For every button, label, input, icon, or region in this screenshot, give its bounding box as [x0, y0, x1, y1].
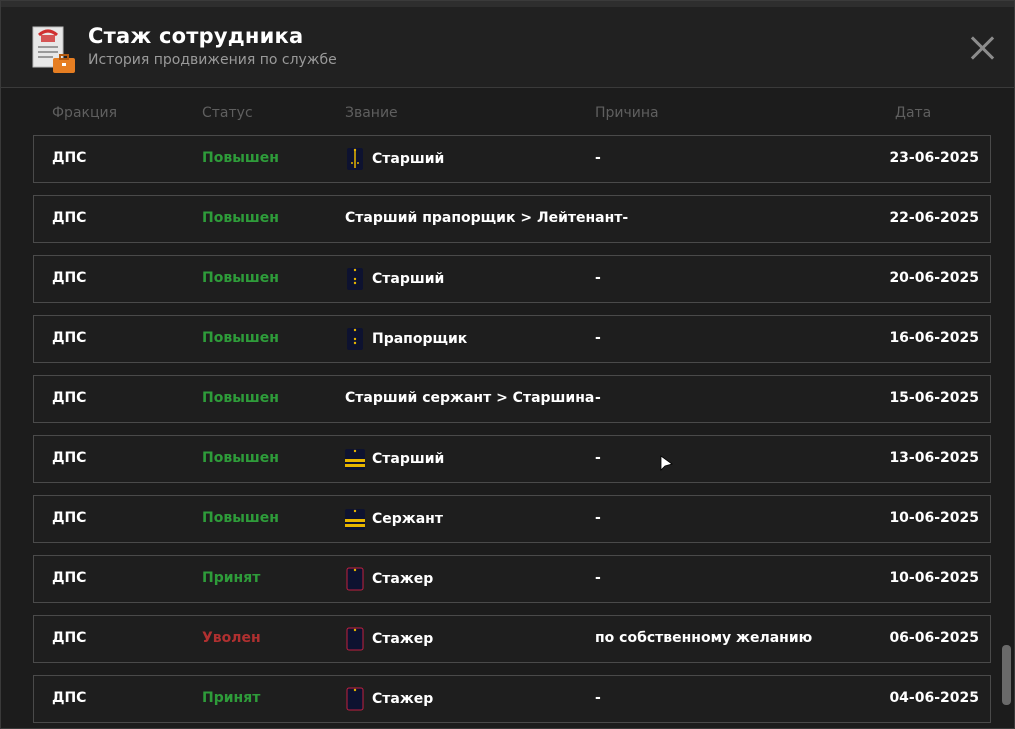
- faction-cell: ДПС: [52, 270, 87, 286]
- rank-label: Стажер: [372, 631, 434, 647]
- window-title: Стаж сотрудника: [88, 24, 304, 48]
- status-cell: Принят: [202, 690, 261, 706]
- date-cell: 10-06-2025: [889, 570, 979, 586]
- table-row[interactable]: ДПС Повышен Старший - 20-06-2025: [33, 255, 991, 303]
- column-header-rank: Звание: [345, 105, 398, 121]
- table-row[interactable]: ДПС Принят Стажер - 10-06-2025: [33, 555, 991, 603]
- table-row[interactable]: ДПС Повышен Старший прапорщик > Лейтенант-…: [33, 195, 991, 243]
- date-cell: 16-06-2025: [889, 330, 979, 346]
- status-cell: Повышен: [202, 210, 279, 226]
- column-header-reason: Причина: [595, 105, 659, 121]
- document-briefcase-icon: [29, 25, 79, 75]
- rank-cell: Стажер: [345, 567, 433, 591]
- table-row[interactable]: ДПС Уволен Стажер по собственному желанию 06…: [33, 615, 991, 663]
- table-row[interactable]: ДПС Повышен Сержант - 10-06-2025: [33, 495, 991, 543]
- faction-cell: ДПС: [52, 210, 87, 226]
- status-cell: Повышен: [202, 150, 279, 166]
- reason-cell: -: [595, 150, 601, 166]
- table-row[interactable]: ДПС Повышен Старший - 23-06-2025: [33, 135, 991, 183]
- rank-label: Сержант: [372, 511, 443, 527]
- reason-cell: -: [595, 510, 601, 526]
- mouse-cursor-icon: [660, 455, 673, 471]
- faction-cell: ДПС: [52, 150, 87, 166]
- epaulette-stars-icon: [345, 327, 365, 351]
- status-cell: Повышен: [202, 330, 279, 346]
- status-cell: Повышен: [202, 510, 279, 526]
- table-row[interactable]: ДПС Повышен Прапорщик - 16-06-2025: [33, 315, 991, 363]
- faction-cell: ДПС: [52, 630, 87, 646]
- window-header: Стаж сотрудника История продвижения по с…: [1, 7, 1014, 88]
- rank-label: Старший сержант > Старшина: [345, 390, 595, 406]
- reason-cell: -: [595, 690, 601, 706]
- faction-cell: ДПС: [52, 330, 87, 346]
- faction-cell: ДПС: [52, 510, 87, 526]
- table-row[interactable]: ДПС Принят Стажер - 04-06-2025: [33, 675, 991, 723]
- epaulette-bars-icon: [345, 507, 365, 531]
- rank-cell: Сержант: [345, 507, 443, 531]
- rank-cell: Старший: [345, 267, 444, 291]
- rank-label: Прапорщик: [372, 331, 468, 347]
- status-cell: Уволен: [202, 630, 261, 646]
- rank-label: Старший: [372, 271, 445, 287]
- epaulette-plain-icon: [345, 627, 365, 651]
- rank-cell: Старший: [345, 447, 444, 471]
- epaulette-stars-icon: [345, 267, 365, 291]
- rank-label: Старший прапорщик > Лейтенант-: [345, 210, 629, 226]
- table-row[interactable]: ДПС Повышен Старший - 13-06-2025: [33, 435, 991, 483]
- window-subtitle: История продвижения по службе: [88, 52, 337, 68]
- status-cell: Повышен: [202, 390, 279, 406]
- column-header-date: Дата: [895, 105, 932, 121]
- status-cell: Повышен: [202, 450, 279, 466]
- date-cell: 06-06-2025: [889, 630, 979, 646]
- date-cell: 15-06-2025: [889, 390, 979, 406]
- faction-cell: ДПС: [52, 570, 87, 586]
- rank-cell: Старший сержант > Старшина: [345, 390, 594, 406]
- rank-label: Стажер: [372, 571, 434, 587]
- rank-cell: Старший прапорщик > Лейтенант-: [345, 210, 628, 226]
- reason-cell: -: [595, 450, 601, 466]
- rank-label: Старший: [372, 451, 445, 467]
- column-header-faction: Фракция: [52, 105, 118, 121]
- rank-cell: Старший: [345, 147, 444, 171]
- reason-cell: -: [595, 270, 601, 286]
- rank-label: Стажер: [372, 691, 434, 707]
- column-header-status: Статус: [202, 105, 253, 121]
- epaulette-plain-icon: [345, 687, 365, 711]
- status-cell: Принят: [202, 570, 261, 586]
- faction-cell: ДПС: [52, 690, 87, 706]
- scrollbar-thumb[interactable]: [1002, 645, 1011, 705]
- rank-cell: Прапорщик: [345, 327, 467, 351]
- epaulette-stripe-icon: [345, 147, 365, 171]
- reason-cell: -: [595, 570, 601, 586]
- date-cell: 20-06-2025: [889, 270, 979, 286]
- epaulette-bars-icon: [345, 447, 365, 471]
- table-row[interactable]: ДПС Повышен Старший сержант > Старшина - 15-…: [33, 375, 991, 423]
- date-cell: 04-06-2025: [889, 690, 979, 706]
- status-cell: Повышен: [202, 270, 279, 286]
- rank-cell: Стажер: [345, 687, 433, 711]
- date-cell: 10-06-2025: [889, 510, 979, 526]
- epaulette-plain-icon: [345, 567, 365, 591]
- reason-cell: по собственному желанию: [595, 630, 813, 646]
- faction-cell: ДПС: [52, 390, 87, 406]
- seniority-window: Стаж сотрудника История продвижения по с…: [0, 0, 1015, 729]
- date-cell: 22-06-2025: [889, 210, 979, 226]
- rank-label: Старший: [372, 151, 445, 167]
- reason-cell: -: [595, 330, 601, 346]
- date-cell: 23-06-2025: [889, 150, 979, 166]
- rank-cell: Стажер: [345, 627, 433, 651]
- faction-cell: ДПС: [52, 450, 87, 466]
- date-cell: 13-06-2025: [889, 450, 979, 466]
- reason-cell: -: [595, 390, 601, 406]
- close-icon[interactable]: [967, 33, 997, 63]
